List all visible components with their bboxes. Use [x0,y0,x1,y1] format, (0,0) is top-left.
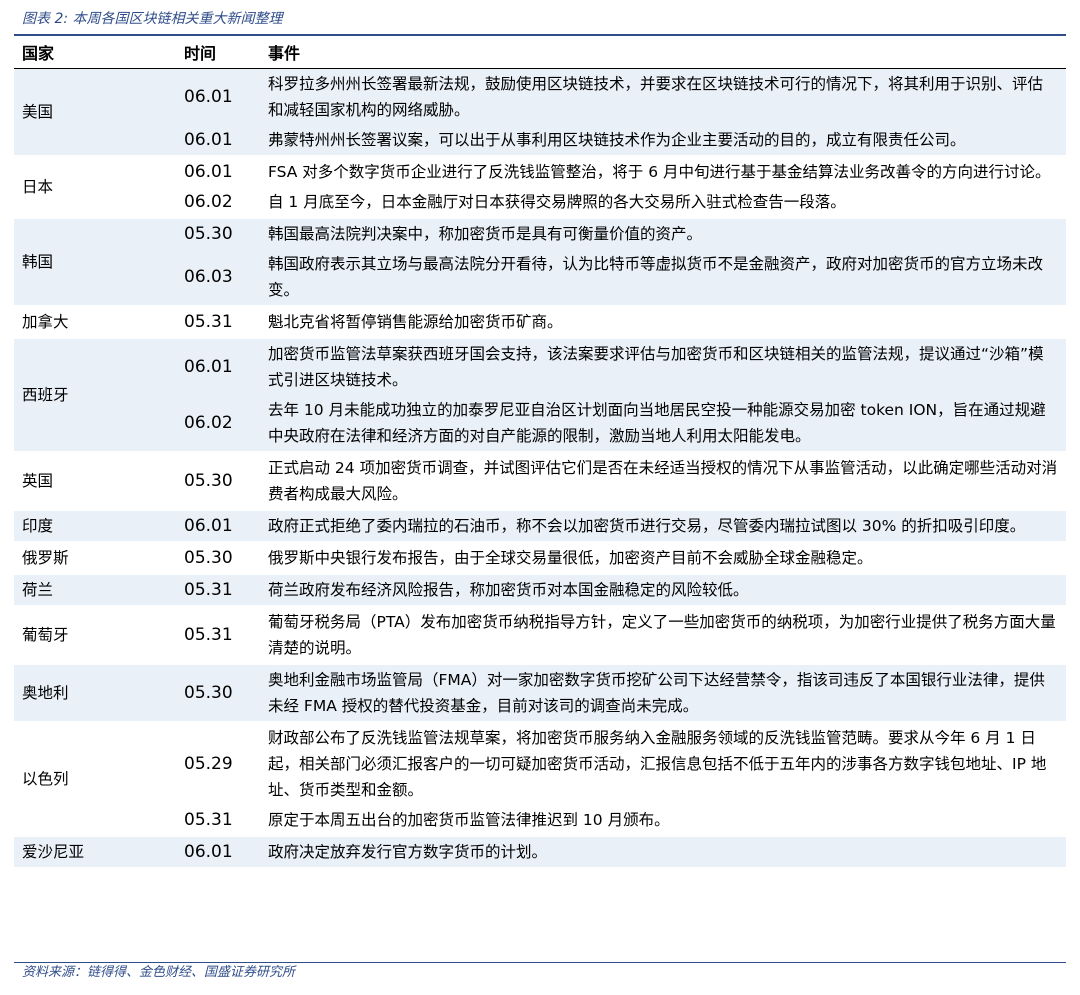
event-cell: 原定于本周五出台的加密货币监管法律推迟到 10 月颁布。 [268,810,670,829]
country-cell: 印度 [14,508,176,542]
news-table: 国家 时间 事件 美国 06.01 科罗拉多州州长签署最新法规，鼓励使用区块链技术，… [14,36,1066,867]
country-cell: 俄罗斯 [14,540,176,574]
table-row: 爱沙尼亚 06.01 政府决定放弃发行官方数字货币的计划。 [14,834,1066,867]
table-row: 英国 05.30 正式启动 24 项加密货币调查，并试图评估它们是否在未经适当授权的… [14,450,1066,510]
country-cell: 奥地利 [14,662,176,722]
date-cell: 06.01 [176,68,260,125]
date-cell: 05.29 [176,720,260,805]
chart-title: 图表 2: 本周各国区块链相关重大新闻整理 [22,11,283,27]
date-cell: 06.01 [176,508,260,542]
date-cell: 06.02 [176,394,260,452]
date-cell: 05.30 [176,662,260,722]
event-cell: 葡萄牙税务局（PTA）发布加密货币纳税指导方针，定义了一些加密货币的纳税项，为加… [260,604,1066,664]
date-cell: 05.31 [176,572,260,606]
event-cell: 政府决定放弃发行官方数字货币的计划。 [260,834,1066,867]
event-cell: 政府正式拒绝了委内瑞拉的石油币，称不会以加密货币进行交易，尽管委内瑞拉试图以 3… [260,508,1066,542]
date-cell: 06.01 [176,834,260,867]
event-cell: 弗蒙特州州长签署议案，可以出于从事利用区块链技术作为企业主要活动的目的，成立有限… [260,124,1066,156]
header-event: 事件 [260,36,1066,69]
header-row: 国家 时间 事件 [14,36,1066,69]
event-cell: 加密货币监管法草案获西班牙国会支持，该法案要求评估与加密货币和区块链相关的监管法… [260,336,1066,395]
country-cell: 以色列 [14,720,176,836]
date-cell: 05.30 [176,216,260,249]
header-country: 国家 [14,36,176,69]
table-row: 美国 06.01 科罗拉多州州长签署最新法规，鼓励使用区块链技术，并要求在区块链技术… [14,68,1066,156]
date-cell: 05.31 [176,604,260,664]
header-date: 时间 [176,36,260,69]
date-cell: 05.30 [176,450,260,510]
country-cell: 英国 [14,450,176,510]
table-row: 西班牙 06.01 加密货币监管法草案获西班牙国会支持，该法案要求评估与加密货币和区… [14,336,1066,452]
source-note: 资料来源：链得得、金色财经、国盛证券研究所 [22,965,296,980]
date-cell: 06.01 [176,154,260,187]
country-cell: 葡萄牙 [14,604,176,664]
table-row: 日本 06.01 FSA 对多个数字货币企业进行了反洗钱监管整治，将于 6 月中旬进… [14,154,1066,218]
event-cell: 正式启动 24 项加密货币调查，并试图评估它们是否在未经适当授权的情况下从事监管… [260,450,1066,510]
table-row: 以色列 05.29 财政部公布了反洗钱监管法规草案，将加密货币服务纳入金融服务领域的… [14,720,1066,836]
country-cell: 西班牙 [14,336,176,452]
table-row: 印度 06.01 政府正式拒绝了委内瑞拉的石油币，称不会以加密货币进行交易，尽管委内… [14,508,1066,542]
table-row: 葡萄牙 05.31 葡萄牙税务局（PTA）发布加密货币纳税指导方针，定义了一些加密货… [14,604,1066,664]
table-row: 俄罗斯 05.30 俄罗斯中央银行发布报告，由于全球交易量很低，加密资产目前不会威胁… [14,540,1066,574]
date-cell: 06.03 [176,248,260,306]
event-cell: 自 1 月底至今，日本金融厅对日本获得交易牌照的各大交易所入驻式检查告一段落。 [268,192,846,211]
event-cell: 俄罗斯中央银行发布报告，由于全球交易量很低，加密资产目前不会威胁全球金融稳定。 [260,540,1066,574]
event-cell: 魁北克省将暂停销售能源给加密货币矿商。 [260,304,1066,338]
event-cell: FSA 对多个数字货币企业进行了反洗钱监管整治，将于 6 月中旬进行基于基金结算… [260,154,1066,187]
country-cell: 爱沙尼亚 [14,834,176,867]
event-cell: 韩国最高法院判决案中，称加密货币是具有可衡量价值的资产。 [260,216,1066,249]
table-row: 韩国 05.30 韩国最高法院判决案中，称加密货币是具有可衡量价值的资产。 [14,216,1066,306]
date-cell: 06.01 [176,124,260,156]
date-cell: 05.30 [176,540,260,574]
date-cell: 05.31 [176,304,260,338]
bottom-rule [14,962,1066,963]
date-cell: 06.02 [184,191,233,212]
country-cell: 美国 [14,68,176,156]
event-cell: 韩国政府表示其立场与最高法院分开看待，认为比特币等虚拟货币不是金融资产，政府对加… [260,248,1066,306]
country-cell: 加拿大 [14,304,176,338]
country-cell: 日本 [14,154,176,218]
date-cell: 06.01 [176,336,260,395]
date-cell: 05.31 [184,809,233,830]
table-row: 加拿大 05.31 魁北克省将暂停销售能源给加密货币矿商。 [14,304,1066,338]
country-cell: 荷兰 [14,572,176,606]
event-cell: 荷兰政府发布经济风险报告，称加密货币对本国金融稳定的风险较低。 [260,572,1066,606]
table-row: 奥地利 05.30 奥地利金融市场监管局（FMA）对一家加密数字货币挖矿公司下达经营… [14,662,1066,722]
country-cell: 韩国 [14,216,176,306]
event-cell: 奥地利金融市场监管局（FMA）对一家加密数字货币挖矿公司下达经营禁令，指该司违反… [260,662,1066,722]
event-cell: 财政部公布了反洗钱监管法规草案，将加密货币服务纳入金融服务领域的反洗钱监管范畴。… [260,720,1066,805]
table-body: 美国 06.01 科罗拉多州州长签署最新法规，鼓励使用区块链技术，并要求在区块链技术… [14,68,1066,867]
event-cell: 去年 10 月未能成功独立的加泰罗尼亚自治区计划面向当地居民空投一种能源交易加密… [260,394,1066,452]
table-row: 荷兰 05.31 荷兰政府发布经济风险报告，称加密货币对本国金融稳定的风险较低。 [14,572,1066,606]
event-cell: 科罗拉多州州长签署最新法规，鼓励使用区块链技术，并要求在区块链技术可行的情况下，… [260,68,1066,125]
